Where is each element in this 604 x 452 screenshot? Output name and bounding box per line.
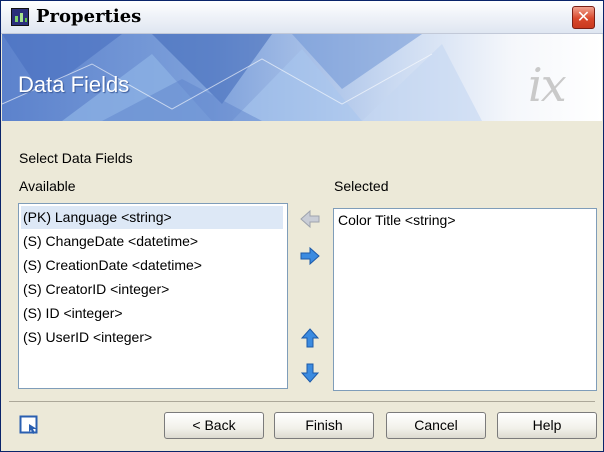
list-item-language[interactable]: (PK) Language <string>	[21, 206, 283, 229]
arrow-right-icon	[300, 246, 320, 266]
selected-list[interactable]: Color Title <string>	[333, 208, 597, 391]
chart-app-icon	[11, 8, 29, 26]
list-item-creatorid[interactable]: (S) CreatorID <integer>	[21, 278, 169, 301]
list-item-color-title[interactable]: Color Title <string>	[336, 209, 456, 232]
finish-button[interactable]: Finish	[274, 412, 374, 439]
list-item-changedate[interactable]: (S) ChangeDate <datetime>	[21, 230, 198, 253]
back-button[interactable]: < Back	[164, 412, 264, 439]
cancel-button[interactable]: Cancel	[386, 412, 486, 439]
move-up-button[interactable]	[299, 327, 321, 349]
list-item-creationdate[interactable]: (S) CreationDate <datetime>	[21, 254, 202, 277]
context-help-icon[interactable]	[19, 415, 39, 435]
window-title: Properties	[36, 6, 142, 27]
available-label: Available	[19, 178, 76, 194]
move-left-button[interactable]	[299, 208, 321, 230]
selected-label: Selected	[334, 178, 389, 194]
title-bar[interactable]: Properties ✕	[1, 1, 603, 34]
properties-dialog: Properties ✕ Data Fields ix Select Data …	[0, 0, 604, 452]
available-list[interactable]: (PK) Language <string> (S) ChangeDate <d…	[18, 203, 288, 389]
move-down-button[interactable]	[299, 362, 321, 384]
footer-divider	[9, 401, 595, 402]
arrow-down-icon	[300, 363, 320, 383]
close-button[interactable]: ✕	[572, 6, 595, 29]
list-item-id[interactable]: (S) ID <integer>	[21, 302, 123, 325]
section-label: Select Data Fields	[19, 150, 133, 166]
list-item-userid[interactable]: (S) UserID <integer>	[21, 326, 152, 349]
move-right-button[interactable]	[299, 245, 321, 267]
ix-logo: ix	[528, 58, 567, 112]
help-button[interactable]: Help	[497, 412, 597, 439]
header-banner: Data Fields ix	[2, 34, 602, 121]
arrow-left-icon	[300, 209, 320, 229]
arrow-up-icon	[300, 328, 320, 348]
banner-title: Data Fields	[18, 72, 130, 97]
